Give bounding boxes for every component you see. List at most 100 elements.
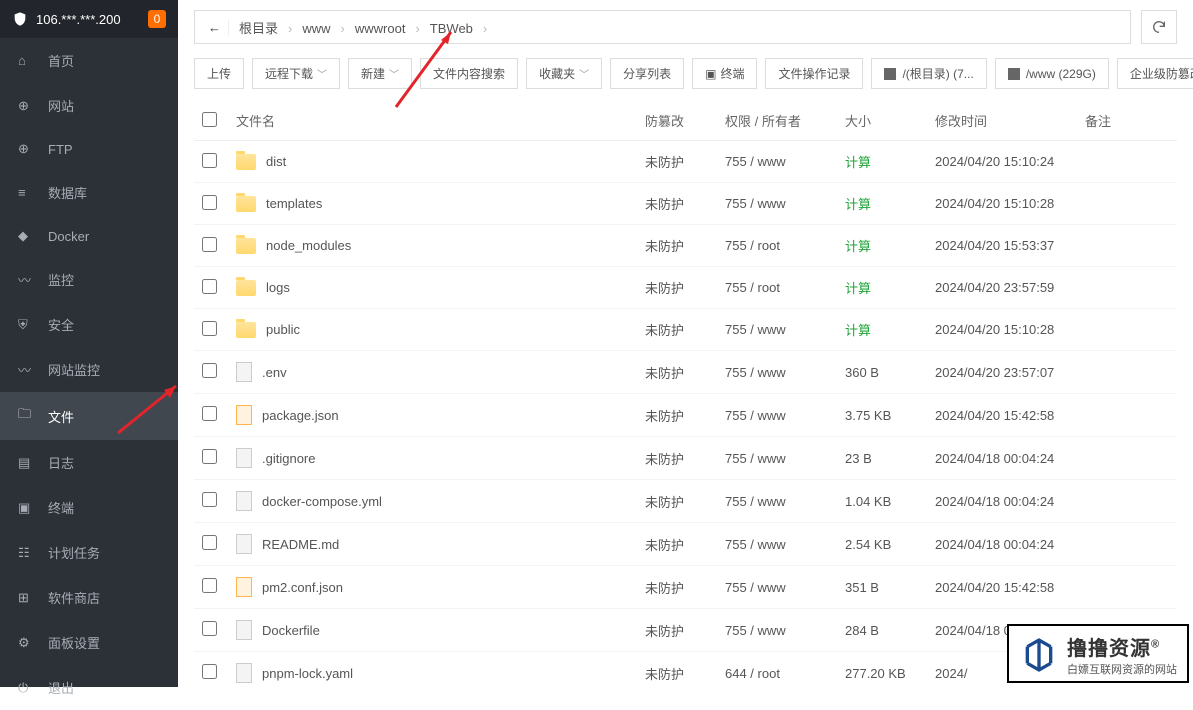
cell-mtime: 2024/04/18 00:04:24 bbox=[927, 480, 1077, 523]
file-name[interactable]: pnpm-lock.yaml bbox=[262, 666, 353, 681]
nav-item-docker[interactable]: ◆Docker bbox=[0, 215, 178, 257]
nav-item-db[interactable]: ≡数据库 bbox=[0, 170, 178, 215]
cell-size[interactable]: 计算 bbox=[837, 183, 927, 225]
disk-www-button[interactable]: /www (229G) bbox=[995, 58, 1109, 89]
cell-note bbox=[1077, 566, 1177, 609]
table-row[interactable]: dist未防护755 / www计算2024/04/20 15:10:24 bbox=[194, 141, 1177, 183]
cell-protect: 未防护 bbox=[637, 523, 717, 566]
cell-size: 284 B bbox=[837, 609, 927, 652]
cell-perm: 755 / www bbox=[717, 141, 837, 183]
file-name[interactable]: .gitignore bbox=[262, 451, 315, 466]
file-name[interactable]: logs bbox=[266, 280, 290, 295]
nav-label: 计划任务 bbox=[48, 543, 100, 562]
file-name[interactable]: dist bbox=[266, 154, 286, 169]
cell-size[interactable]: 计算 bbox=[837, 225, 927, 267]
row-checkbox[interactable] bbox=[202, 535, 217, 550]
file-name[interactable]: pm2.conf.json bbox=[262, 580, 343, 595]
home-icon: ⌂ bbox=[18, 53, 34, 68]
terminal-button[interactable]: ▣终端 bbox=[692, 58, 757, 89]
sidebar-header: 106.***.***.200 0 bbox=[0, 0, 178, 38]
table-row[interactable]: .gitignore未防护755 / www23 B2024/04/18 00:… bbox=[194, 437, 1177, 480]
cell-protect: 未防护 bbox=[637, 394, 717, 437]
cell-protect: 未防护 bbox=[637, 566, 717, 609]
file-icon bbox=[236, 620, 252, 640]
cell-size: 3.75 KB bbox=[837, 394, 927, 437]
col-note[interactable]: 备注 bbox=[1077, 101, 1177, 141]
table-row[interactable]: package.json未防护755 / www3.75 KB2024/04/2… bbox=[194, 394, 1177, 437]
remote-download-button[interactable]: 远程下载﹀ bbox=[252, 58, 340, 89]
col-mtime[interactable]: 修改时间 bbox=[927, 101, 1077, 141]
table-row[interactable]: .env未防护755 / www360 B2024/04/20 23:57:07 bbox=[194, 351, 1177, 394]
nav-item-ftp[interactable]: ⊕FTP bbox=[0, 128, 178, 170]
nav-label: 安全 bbox=[48, 315, 74, 334]
nav-item-terminal[interactable]: ▣终端 bbox=[0, 485, 178, 530]
cell-protect: 未防护 bbox=[637, 351, 717, 394]
file-name[interactable]: templates bbox=[266, 196, 322, 211]
notification-badge[interactable]: 0 bbox=[148, 10, 166, 28]
file-name[interactable]: .env bbox=[262, 365, 287, 380]
row-checkbox[interactable] bbox=[202, 449, 217, 464]
share-list-button[interactable]: 分享列表 bbox=[610, 58, 684, 89]
nav-item-security[interactable]: ⛨安全 bbox=[0, 302, 178, 347]
back-button[interactable]: ← bbox=[201, 20, 229, 35]
cell-protect: 未防护 bbox=[637, 183, 717, 225]
table-row[interactable]: docker-compose.yml未防护755 / www1.04 KB202… bbox=[194, 480, 1177, 523]
nav-label: 数据库 bbox=[48, 183, 87, 202]
file-name[interactable]: node_modules bbox=[266, 238, 351, 253]
file-name[interactable]: README.md bbox=[262, 537, 339, 552]
nav-item-monitor[interactable]: 〰监控 bbox=[0, 257, 178, 302]
row-checkbox[interactable] bbox=[202, 321, 217, 336]
row-checkbox[interactable] bbox=[202, 621, 217, 636]
row-checkbox[interactable] bbox=[202, 664, 217, 679]
row-checkbox[interactable] bbox=[202, 153, 217, 168]
col-protect[interactable]: 防篡改 bbox=[637, 101, 717, 141]
watermark: 撸撸资源® 白嫖互联网资源的网站 bbox=[1007, 624, 1189, 683]
row-checkbox[interactable] bbox=[202, 195, 217, 210]
cell-size[interactable]: 计算 bbox=[837, 267, 927, 309]
nav-item-cron[interactable]: ☷计划任务 bbox=[0, 530, 178, 575]
row-checkbox[interactable] bbox=[202, 279, 217, 294]
chevron-right-icon: › bbox=[483, 21, 487, 36]
refresh-button[interactable] bbox=[1141, 10, 1177, 44]
row-checkbox[interactable] bbox=[202, 237, 217, 252]
file-name[interactable]: public bbox=[266, 322, 300, 337]
row-checkbox[interactable] bbox=[202, 363, 217, 378]
table-header-row: 文件名 防篡改 权限 / 所有者 大小 修改时间 备注 bbox=[194, 101, 1177, 141]
table-row[interactable]: README.md未防护755 / www2.54 KB2024/04/18 0… bbox=[194, 523, 1177, 566]
table-row[interactable]: public未防护755 / www计算2024/04/20 15:10:28 bbox=[194, 309, 1177, 351]
disk-icon bbox=[1008, 68, 1020, 80]
file-log-button[interactable]: 文件操作记录 bbox=[765, 58, 863, 89]
file-name[interactable]: package.json bbox=[262, 408, 339, 423]
nav-item-panel[interactable]: ⚙面板设置 bbox=[0, 620, 178, 665]
nav-item-store[interactable]: ⊞软件商店 bbox=[0, 575, 178, 620]
row-checkbox[interactable] bbox=[202, 406, 217, 421]
cell-size[interactable]: 计算 bbox=[837, 309, 927, 351]
disk-root-button[interactable]: /(根目录) (7... bbox=[871, 58, 986, 89]
table-row[interactable]: templates未防护755 / www计算2024/04/20 15:10:… bbox=[194, 183, 1177, 225]
select-all-checkbox[interactable] bbox=[202, 112, 217, 127]
nav-item-site[interactable]: ⊕网站 bbox=[0, 83, 178, 128]
file-name[interactable]: Dockerfile bbox=[262, 623, 320, 638]
table-row[interactable]: pm2.conf.json未防护755 / www351 B2024/04/20… bbox=[194, 566, 1177, 609]
upload-button[interactable]: 上传 bbox=[194, 58, 244, 89]
file-name[interactable]: docker-compose.yml bbox=[262, 494, 382, 509]
nav-label: 网站 bbox=[48, 96, 74, 115]
col-size[interactable]: 大小 bbox=[837, 101, 927, 141]
col-perm[interactable]: 权限 / 所有者 bbox=[717, 101, 837, 141]
crumb-segment[interactable]: 根目录 bbox=[229, 21, 288, 36]
crumb-segment[interactable]: www bbox=[292, 21, 340, 36]
folder-icon bbox=[236, 322, 256, 338]
enterprise-protect-button[interactable]: 企业级防篡改 bbox=[1117, 58, 1193, 89]
table-row[interactable]: logs未防护755 / root计算2024/04/20 23:57:59 bbox=[194, 267, 1177, 309]
cell-perm: 755 / root bbox=[717, 225, 837, 267]
row-checkbox[interactable] bbox=[202, 578, 217, 593]
nav-item-logout[interactable]: ⏻退出 bbox=[0, 665, 178, 710]
nav-item-home[interactable]: ⌂首页 bbox=[0, 38, 178, 83]
nav-item-log[interactable]: ▤日志 bbox=[0, 440, 178, 485]
table-row[interactable]: node_modules未防护755 / root计算2024/04/20 15… bbox=[194, 225, 1177, 267]
cell-perm: 755 / www bbox=[717, 480, 837, 523]
row-checkbox[interactable] bbox=[202, 492, 217, 507]
favorites-button[interactable]: 收藏夹﹀ bbox=[526, 58, 602, 89]
watermark-logo bbox=[1019, 635, 1059, 675]
cell-size[interactable]: 计算 bbox=[837, 141, 927, 183]
